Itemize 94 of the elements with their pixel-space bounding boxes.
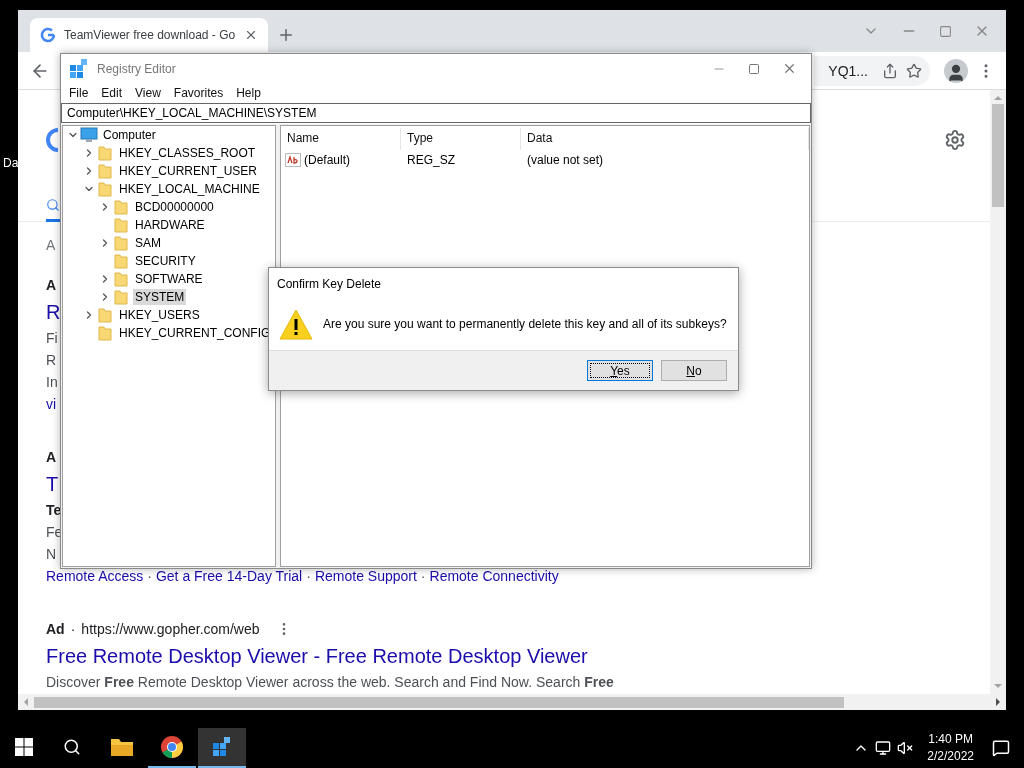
separator: ·	[147, 568, 152, 584]
result-title[interactable]: T	[46, 469, 59, 499]
notifications-icon[interactable]	[992, 739, 1010, 757]
folder-icon	[114, 253, 128, 269]
plus-icon	[277, 26, 295, 44]
bookmark-star-icon[interactable]	[906, 62, 922, 79]
warning-icon	[279, 308, 313, 340]
close-tab-icon[interactable]	[244, 28, 258, 42]
dialog-button[interactable]: Yes	[587, 360, 653, 381]
snippet-text: Fi	[46, 329, 58, 348]
string-value-icon	[285, 153, 301, 167]
tree-item[interactable]: BCD00000000	[133, 199, 216, 215]
tree-item[interactable]: SOFTWARE	[133, 271, 205, 287]
value-name-cell[interactable]: (Default)	[281, 153, 401, 167]
dialog-title: Confirm Key Delete	[276, 276, 383, 293]
tree-item[interactable]: HKEY_CURRENT_USER	[117, 163, 260, 179]
sitelink[interactable]: Get a Free 14-Day Trial	[155, 568, 303, 584]
vertical-scrollbar[interactable]	[990, 90, 1006, 694]
folder-icon	[114, 235, 128, 251]
tree-item[interactable]: HKEY_USERS	[117, 307, 202, 323]
tab-title: TeamViewer free download - Go	[64, 28, 236, 42]
menu-item[interactable]: Favorites	[167, 86, 230, 100]
logo-icon	[46, 128, 59, 152]
sitelink[interactable]: Remote Connectivity	[429, 568, 559, 584]
menu-item[interactable]: Help	[230, 86, 267, 100]
result-title[interactable]: Free Remote Desktop Viewer - Free Remote Desktop Viewer	[46, 641, 588, 671]
tree-item[interactable]: SAM	[133, 235, 163, 251]
folder-icon	[98, 145, 112, 161]
clock-date[interactable]: 2/2/2022	[927, 748, 974, 765]
folder-icon	[98, 181, 112, 197]
ad-label: A	[46, 449, 57, 465]
tree-item[interactable]: HKEY_CURRENT_CONFIG	[117, 325, 273, 341]
folder-icon	[98, 325, 112, 341]
tree-item[interactable]: Computer	[101, 127, 158, 143]
column-header[interactable]: Name	[281, 128, 401, 150]
menu-item[interactable]: File	[63, 86, 95, 100]
result-title[interactable]: R	[46, 297, 61, 327]
taskbar-app[interactable]	[198, 728, 246, 768]
dialog-button[interactable]: No	[661, 360, 727, 381]
ad-label: A	[46, 277, 57, 293]
close-icon[interactable]	[782, 61, 797, 76]
share-icon[interactable]	[882, 62, 898, 79]
tree-item[interactable]: HKEY_CLASSES_ROOT	[117, 145, 258, 161]
snippet-text: Discover Free Remote Desktop Viewer across the web. Search and Find Now. Search Free	[46, 673, 614, 692]
folder-icon	[98, 307, 112, 323]
column-header[interactable]: Data	[521, 128, 809, 150]
sitelink[interactable]: Remote Access	[46, 568, 144, 584]
tree-item[interactable]: SYSTEM	[133, 289, 187, 305]
settings-icon[interactable]	[944, 129, 966, 151]
snippet-text: N	[46, 545, 57, 564]
table-cell-text: REG_SZ	[406, 153, 456, 167]
folder-icon	[114, 271, 128, 287]
favicon	[40, 27, 56, 43]
link[interactable]: vi	[46, 393, 57, 415]
column-header[interactable]: Type	[401, 128, 521, 150]
horizontal-scrollbar[interactable]	[18, 694, 1006, 710]
tree-item[interactable]: HKEY_LOCAL_MACHINE	[117, 181, 262, 197]
dialog-message: Are you sure you want to permanently delete this key and all of its subkeys?	[323, 317, 727, 331]
desktop-icon-label: Da	[3, 156, 19, 170]
snippet-text: In	[46, 373, 58, 392]
table-cell-text: (value not set)	[526, 153, 605, 167]
folder-icon	[110, 737, 134, 757]
network-icon[interactable]	[875, 740, 892, 756]
tree-item[interactable]: SECURITY	[133, 253, 198, 269]
profile-avatar[interactable]	[944, 58, 968, 83]
folder-icon	[114, 289, 128, 305]
search-icon	[63, 738, 81, 756]
maximize-icon[interactable]	[939, 24, 952, 38]
clock-time[interactable]: 1:40 PM	[928, 731, 973, 748]
address-bar[interactable]: YQ1...	[814, 55, 930, 86]
windows-logo-icon	[15, 738, 33, 756]
separator: ·	[306, 568, 311, 584]
window-title: Registry Editor	[97, 61, 176, 76]
menu-item[interactable]: Edit	[95, 86, 129, 100]
ad-url: https://www.gopher.com/web	[81, 621, 260, 637]
snippet-text: R	[46, 351, 57, 370]
tree-item[interactable]: HARDWARE	[133, 217, 207, 233]
folder-icon	[98, 163, 112, 179]
maximize-icon[interactable]	[748, 62, 760, 75]
search-icon[interactable]	[46, 198, 60, 212]
folder-icon	[114, 217, 128, 233]
separator: ·	[70, 621, 76, 637]
ad-label: Ad	[46, 621, 65, 637]
result-stats: A	[46, 236, 56, 255]
address-field[interactable]: Computer\HKEY_LOCAL_MACHINE\SYSTEM	[61, 103, 811, 123]
separator: ·	[420, 568, 426, 584]
sitelink[interactable]: Remote Support	[314, 568, 417, 584]
volume-muted-icon[interactable]	[897, 740, 914, 756]
folder-icon	[114, 199, 128, 215]
computer-icon	[80, 127, 98, 143]
snippet-text: Te	[46, 501, 62, 520]
menu-item[interactable]: View	[129, 86, 167, 100]
browser-tab[interactable]: TeamViewer free download - Go	[30, 18, 268, 52]
chrome-icon	[160, 735, 184, 759]
